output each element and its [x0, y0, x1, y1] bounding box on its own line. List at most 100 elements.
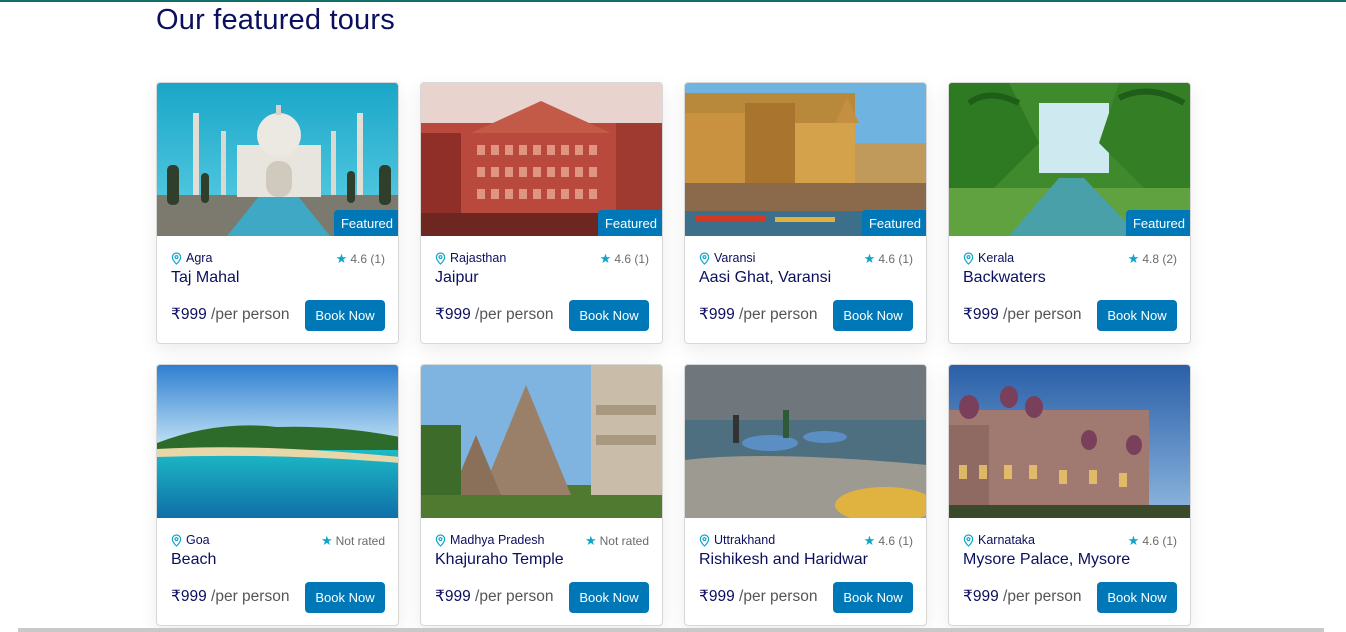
star-icon: ★ — [1127, 251, 1140, 266]
tour-rating-label: Not rated — [599, 534, 649, 548]
tour-rating-label: Not rated — [335, 534, 385, 548]
featured-badge: Featured — [333, 210, 398, 236]
star-icon: ★ — [320, 533, 333, 548]
tour-name[interactable]: Aasi Ghat, Varansi — [699, 269, 831, 287]
tour-price-amount: ₹999 — [963, 588, 999, 605]
tour-name[interactable]: Khajuraho Temple — [435, 551, 564, 569]
star-icon: ★ — [1127, 533, 1140, 548]
tour-location: Varansi — [699, 251, 755, 265]
tour-rating-label: 4.6 (1) — [614, 252, 649, 266]
tour-price-unit: /per person — [475, 306, 554, 323]
book-now-button[interactable]: Book Now — [833, 300, 913, 331]
tour-rating: ★ 4.8 (2) — [1128, 251, 1177, 267]
section-title: Our featured tours — [156, 4, 395, 36]
tour-card[interactable]: Featured Kerala ★ 4.8 (2) Backwaters ₹99… — [948, 82, 1191, 344]
tour-price: ₹999 /per person — [963, 305, 1081, 324]
star-icon: ★ — [863, 251, 876, 266]
tour-location: Uttrakhand — [699, 533, 775, 547]
tour-name[interactable]: Jaipur — [435, 269, 479, 287]
tour-image-beach[interactable] — [157, 365, 398, 518]
tour-name[interactable]: Rishikesh and Haridwar — [699, 551, 868, 569]
tour-image-taj-mahal[interactable]: Featured — [157, 83, 398, 236]
tour-rating: ★ 4.6 (1) — [864, 533, 913, 549]
tour-card[interactable]: Goa ★ Not rated Beach ₹999 /per person B… — [156, 364, 399, 626]
tour-price: ₹999 /per person — [435, 305, 553, 324]
map-pin-icon — [699, 251, 710, 265]
tour-rating: ★ 4.6 (1) — [1128, 533, 1177, 549]
tour-price: ₹999 /per person — [699, 587, 817, 606]
featured-badge: Featured — [597, 210, 662, 236]
tour-rating-label: 4.6 (1) — [1142, 534, 1177, 548]
tour-price-amount: ₹999 — [963, 306, 999, 323]
map-pin-icon — [435, 251, 446, 265]
tour-rating: ★ Not rated — [321, 533, 385, 549]
tour-image-mysore-palace[interactable] — [949, 365, 1190, 518]
tour-rating: ★ 4.6 (1) — [600, 251, 649, 267]
tour-location: Rajasthan — [435, 251, 506, 265]
tour-price-unit: /per person — [739, 306, 818, 323]
tour-price-unit: /per person — [739, 588, 818, 605]
tour-name[interactable]: Backwaters — [963, 269, 1046, 287]
map-pin-icon — [435, 533, 446, 547]
tour-price: ₹999 /per person — [699, 305, 817, 324]
map-pin-icon — [963, 533, 974, 547]
tour-price-unit: /per person — [1003, 306, 1082, 323]
tour-location: Kerala — [963, 251, 1014, 265]
star-icon: ★ — [335, 251, 348, 266]
top-accent-line — [0, 0, 1346, 2]
tour-name[interactable]: Beach — [171, 551, 216, 569]
tour-location: Goa — [171, 533, 210, 547]
tour-rating-label: 4.6 (1) — [878, 534, 913, 548]
map-pin-icon — [171, 251, 182, 265]
tour-price-unit: /per person — [475, 588, 554, 605]
tour-name[interactable]: Taj Mahal — [171, 269, 239, 287]
book-now-button[interactable]: Book Now — [305, 300, 385, 331]
tour-location-label: Varansi — [714, 251, 756, 265]
horizontal-scrollbar[interactable] — [18, 628, 1324, 632]
tour-image-backwaters[interactable]: Featured — [949, 83, 1190, 236]
book-now-button[interactable]: Book Now — [305, 582, 385, 613]
tour-card[interactable]: Featured Rajasthan ★ 4.6 (1) Jaipur ₹999… — [420, 82, 663, 344]
book-now-button[interactable]: Book Now — [1097, 300, 1177, 331]
tour-price-unit: /per person — [211, 306, 290, 323]
book-now-button[interactable]: Book Now — [1097, 582, 1177, 613]
tour-image-jaipur[interactable]: Featured — [421, 83, 662, 236]
tour-price-unit: /per person — [211, 588, 290, 605]
tour-location: Madhya Pradesh — [435, 533, 545, 547]
tour-location-label: Madhya Pradesh — [450, 533, 545, 547]
tour-location-label: Kerala — [978, 251, 1015, 265]
featured-badge: Featured — [861, 210, 926, 236]
tour-card[interactable]: Featured Varansi ★ 4.6 (1) Aasi Ghat, Va… — [684, 82, 927, 344]
book-now-button[interactable]: Book Now — [833, 582, 913, 613]
tour-image-rishikesh-haridwar[interactable] — [685, 365, 926, 518]
tour-card[interactable]: Featured Agra ★ 4.6 (1) Taj Mahal ₹999 /… — [156, 82, 399, 344]
tour-rating-label: 4.8 (2) — [1142, 252, 1177, 266]
tour-card[interactable]: Uttrakhand ★ 4.6 (1) Rishikesh and Harid… — [684, 364, 927, 626]
tour-name[interactable]: Mysore Palace, Mysore — [963, 551, 1130, 569]
tour-rating-label: 4.6 (1) — [878, 252, 913, 266]
tour-price-amount: ₹999 — [699, 306, 735, 323]
tour-price: ₹999 /per person — [171, 305, 289, 324]
tour-rating: ★ Not rated — [585, 533, 649, 549]
tour-image-khajuraho-temple[interactable] — [421, 365, 662, 518]
book-now-button[interactable]: Book Now — [569, 582, 649, 613]
tour-image-aasi-ghat[interactable]: Featured — [685, 83, 926, 236]
tour-price-amount: ₹999 — [699, 588, 735, 605]
map-pin-icon — [699, 533, 710, 547]
tour-rating: ★ 4.6 (1) — [336, 251, 385, 267]
tour-location-label: Karnataka — [978, 533, 1035, 547]
tour-price: ₹999 /per person — [435, 587, 553, 606]
tour-card[interactable]: Madhya Pradesh ★ Not rated Khajuraho Tem… — [420, 364, 663, 626]
tour-card[interactable]: Karnataka ★ 4.6 (1) Mysore Palace, Mysor… — [948, 364, 1191, 626]
tour-price-unit: /per person — [1003, 588, 1082, 605]
star-icon: ★ — [863, 533, 876, 548]
tour-rating-label: 4.6 (1) — [350, 252, 385, 266]
featured-badge: Featured — [1125, 210, 1190, 236]
star-icon: ★ — [599, 251, 612, 266]
tour-location: Karnataka — [963, 533, 1035, 547]
tour-price-amount: ₹999 — [435, 588, 471, 605]
tour-price-amount: ₹999 — [171, 588, 207, 605]
star-icon: ★ — [584, 533, 597, 548]
book-now-button[interactable]: Book Now — [569, 300, 649, 331]
tour-location-label: Goa — [186, 533, 210, 547]
